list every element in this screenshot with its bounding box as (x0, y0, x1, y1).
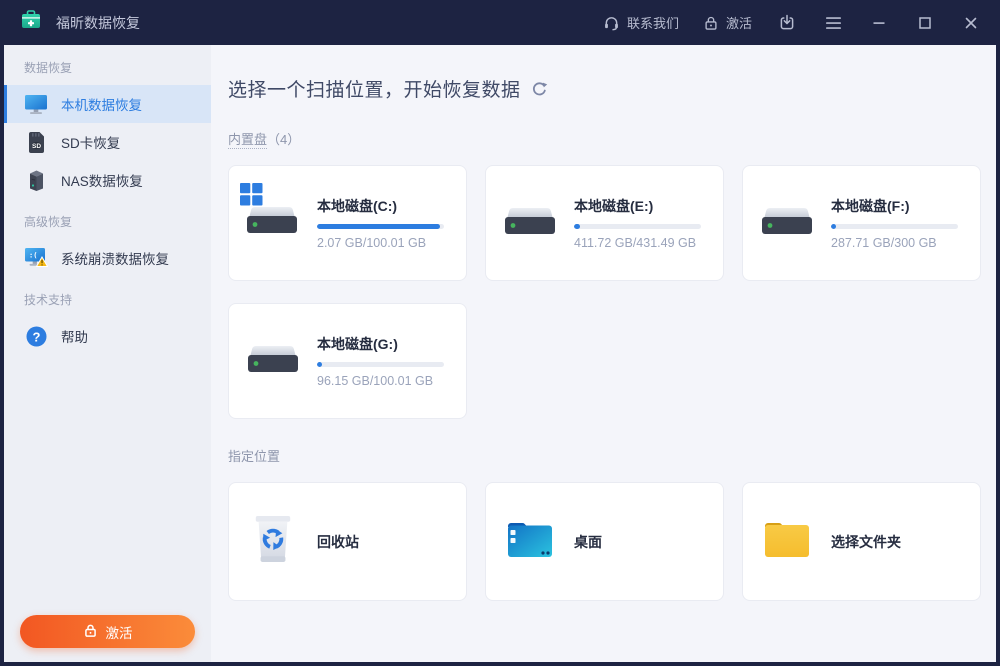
close-button[interactable] (960, 12, 982, 34)
app-logo-icon (20, 9, 42, 36)
maximize-button[interactable] (914, 12, 936, 34)
drive-card-c[interactable]: 本地磁盘(C:) 2.07 GB/100.01 GB (228, 165, 467, 281)
titlebar-activate-label: 激活 (726, 13, 752, 32)
select-folder-card[interactable]: 选择文件夹 (742, 482, 981, 601)
sidebar-item-label: 帮助 (61, 326, 88, 346)
svg-text::(: :( (29, 252, 37, 260)
app-title: 福昕数据恢复 (56, 13, 140, 33)
main-content: 选择一个扫描位置，开始恢复数据 内置盘（4） (211, 45, 996, 662)
page-title: 选择一个扫描位置，开始恢复数据 (228, 75, 521, 102)
capacity-bar (317, 362, 444, 367)
drive-size: 2.07 GB/100.01 GB (317, 236, 444, 250)
recycle-bin-icon (251, 513, 295, 570)
sidebar-item-local-recovery[interactable]: 本机数据恢复 (4, 85, 211, 123)
crashed-monitor-warning-icon: :( (24, 247, 48, 269)
app-window: 福昕数据恢复 联系我们 (0, 0, 1000, 666)
menu-button[interactable] (822, 12, 844, 34)
drive-card-f[interactable]: 本地磁盘(F:) 287.71 GB/300 GB (742, 165, 981, 281)
capacity-bar (317, 224, 444, 229)
drive-card-g[interactable]: 本地磁盘(G:) 96.15 GB/100.01 GB (228, 303, 467, 419)
sidebar-item-label: 本机数据恢复 (61, 94, 142, 114)
monitor-icon (24, 94, 48, 115)
refresh-icon[interactable] (531, 81, 548, 98)
sidebar-item-nas-recovery[interactable]: NAS数据恢复 (4, 161, 211, 199)
drive-size: 287.71 GB/300 GB (831, 236, 958, 250)
desktop-folder-icon (504, 518, 556, 565)
download-button[interactable] (776, 12, 798, 34)
drive-size: 96.15 GB/100.01 GB (317, 374, 444, 388)
location-name: 选择文件夹 (831, 532, 958, 552)
drive-card-e[interactable]: 本地磁盘(E:) 411.72 GB/431.49 GB (485, 165, 724, 281)
yellow-folder-icon (761, 518, 813, 565)
hard-drive-icon (245, 344, 301, 379)
location-name: 回收站 (317, 532, 444, 552)
section-advanced-recovery: 高级恢复 (4, 199, 211, 239)
capacity-bar (831, 224, 958, 229)
desktop-card[interactable]: 桌面 (485, 482, 724, 601)
location-name: 桌面 (574, 532, 701, 552)
contact-us-button[interactable]: 联系我们 (603, 13, 679, 32)
sidebar-item-help[interactable]: ? 帮助 (4, 317, 211, 355)
help-question-icon: ? (24, 326, 48, 347)
sidebar: 数据恢复 本机数据恢复 (4, 45, 211, 662)
contact-us-label: 联系我们 (627, 13, 679, 32)
internal-disks-label: 内置盘（4） (228, 129, 981, 148)
section-data-recovery: 数据恢复 (4, 45, 211, 85)
sidebar-item-sd-card-recovery[interactable]: SD SD卡恢复 (4, 123, 211, 161)
titlebar: 福昕数据恢复 联系我们 (0, 0, 1000, 45)
lock-icon (83, 623, 98, 641)
nas-server-icon (24, 169, 48, 192)
activate-button-label: 激活 (106, 622, 133, 642)
section-tech-support: 技术支持 (4, 277, 211, 317)
drive-name: 本地磁盘(E:) (574, 196, 701, 216)
titlebar-activate-button[interactable]: 激活 (703, 13, 752, 32)
hard-drive-icon (502, 206, 558, 241)
sidebar-item-crash-recovery[interactable]: :( 系统崩溃数据恢复 (4, 239, 211, 277)
drive-name: 本地磁盘(F:) (831, 196, 958, 216)
sidebar-item-label: NAS数据恢复 (61, 170, 143, 190)
recycle-bin-card[interactable]: 回收站 (228, 482, 467, 601)
drive-name: 本地磁盘(C:) (317, 196, 444, 216)
sd-card-icon: SD (24, 131, 48, 154)
sidebar-item-label: SD卡恢复 (61, 132, 120, 152)
specified-locations-label: 指定位置 (228, 446, 981, 465)
headset-icon (603, 14, 620, 31)
drive-name: 本地磁盘(G:) (317, 334, 444, 354)
lock-icon (703, 15, 719, 31)
windows-logo-icon (240, 183, 263, 211)
locations-grid: 回收站 (228, 482, 981, 601)
minimize-button[interactable] (868, 12, 890, 34)
internal-disks-grid: 本地磁盘(C:) 2.07 GB/100.01 GB (228, 165, 981, 419)
svg-text:SD: SD (31, 142, 40, 149)
drive-size: 411.72 GB/431.49 GB (574, 236, 701, 250)
hard-drive-icon (759, 206, 815, 241)
activate-button[interactable]: 激活 (20, 615, 195, 648)
sidebar-item-label: 系统崩溃数据恢复 (61, 248, 169, 268)
svg-text:?: ? (32, 329, 40, 344)
capacity-bar (574, 224, 701, 229)
